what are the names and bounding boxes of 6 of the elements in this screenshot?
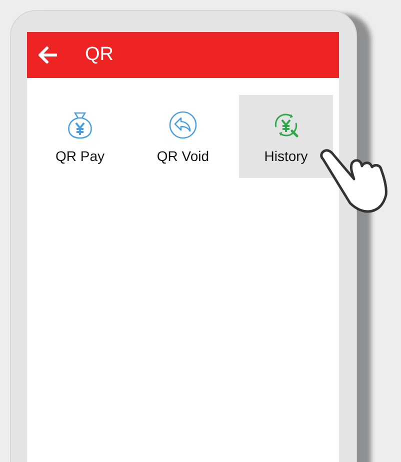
menu-tile[interactable]: QR Pay	[33, 95, 127, 178]
menu-tile[interactable]: QR Void	[136, 95, 230, 178]
money-bag-icon	[65, 110, 95, 140]
menu-tile[interactable]: History	[239, 95, 333, 178]
back-arrow-icon[interactable]	[37, 46, 57, 64]
screen-title: QR	[85, 44, 114, 66]
